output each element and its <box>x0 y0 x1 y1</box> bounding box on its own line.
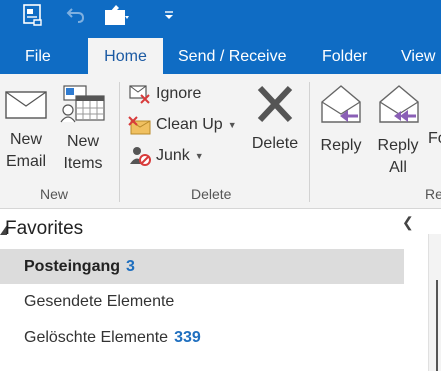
title-bar <box>0 0 441 38</box>
delete-button[interactable]: Delete <box>245 82 305 155</box>
tab-send-receive[interactable]: Send / Receive <box>166 38 299 74</box>
new-email-label-2: Email <box>5 153 46 170</box>
folder-geloeschte-elemente[interactable]: Gelöschte Elemente 339 <box>0 320 404 355</box>
reply-all-label-1: Reply <box>377 137 419 154</box>
undo-icon[interactable] <box>64 0 88 30</box>
forward-button[interactable]: Fo <box>428 128 441 150</box>
junk-icon <box>130 147 151 166</box>
unread-count: 339 <box>174 329 201 346</box>
folder-pane: Favorites ❮ Posteingang 3 Gesendete Eleme… <box>0 210 441 371</box>
ignore-button[interactable]: Ignore <box>128 82 201 106</box>
message-list-edge <box>428 234 441 371</box>
new-email-label-1: New <box>9 131 42 148</box>
new-items-label-2: Items <box>63 155 103 172</box>
new-email-button[interactable]: New Email <box>2 88 50 173</box>
ribbon-tabs: File Home Send / Receive Folder View <box>0 38 441 74</box>
group-label-new: New <box>40 186 69 202</box>
chevron-down-icon: ▼ <box>194 151 204 161</box>
group-label-delete: Delete <box>191 186 232 202</box>
group-divider <box>309 82 310 202</box>
chevron-down-icon: ▼ <box>227 120 237 130</box>
group-divider <box>119 82 120 202</box>
folder-name: Gelöschte Elemente <box>24 329 169 346</box>
delete-icon <box>257 85 293 123</box>
reply-button[interactable]: Reply <box>316 82 366 157</box>
new-items-icon <box>60 85 105 123</box>
new-email-icon <box>5 91 47 119</box>
forward-label: Fo <box>428 130 441 147</box>
unread-count: 3 <box>126 258 135 275</box>
group-label-respond: Re <box>425 186 441 202</box>
folder-name: Gesendete Elemente <box>24 293 175 310</box>
tab-file[interactable]: File <box>13 38 63 74</box>
folder-posteingang[interactable]: Posteingang 3 <box>0 249 404 284</box>
ignore-label: Ignore <box>156 85 202 102</box>
delete-label: Delete <box>251 135 299 152</box>
reply-all-label-2: All <box>389 159 407 176</box>
new-items-label-1: New <box>66 133 99 150</box>
reply-all-icon <box>379 85 419 123</box>
junk-label: Junk <box>156 147 190 164</box>
clean-up-button[interactable]: Clean Up ▼ <box>128 113 237 137</box>
reply-all-button[interactable]: Reply All <box>372 82 424 179</box>
favorites-heading[interactable]: Favorites <box>5 218 83 240</box>
touch-mode-icon[interactable] <box>100 0 132 30</box>
send-receive-icon[interactable] <box>20 0 46 30</box>
reply-label: Reply <box>320 137 362 154</box>
customize-icon[interactable] <box>160 0 178 30</box>
pane-splitter[interactable] <box>436 280 438 371</box>
clean-up-icon <box>128 116 151 135</box>
ignore-icon <box>129 85 150 104</box>
tab-home[interactable]: Home <box>88 38 163 74</box>
collapse-pane-icon[interactable]: ❮ <box>402 214 414 231</box>
ribbon: New Email New Items New Ignore Clean Up … <box>0 74 441 209</box>
folder-name: Posteingang <box>24 258 121 275</box>
tab-folder[interactable]: Folder <box>310 38 379 74</box>
tab-view[interactable]: View <box>389 38 441 74</box>
junk-button[interactable]: Junk ▼ <box>128 144 204 168</box>
clean-up-label: Clean Up <box>156 116 223 133</box>
new-items-button[interactable]: New Items <box>56 84 110 175</box>
folder-gesendete-elemente[interactable]: Gesendete Elemente <box>0 284 404 319</box>
reply-icon <box>321 85 361 123</box>
